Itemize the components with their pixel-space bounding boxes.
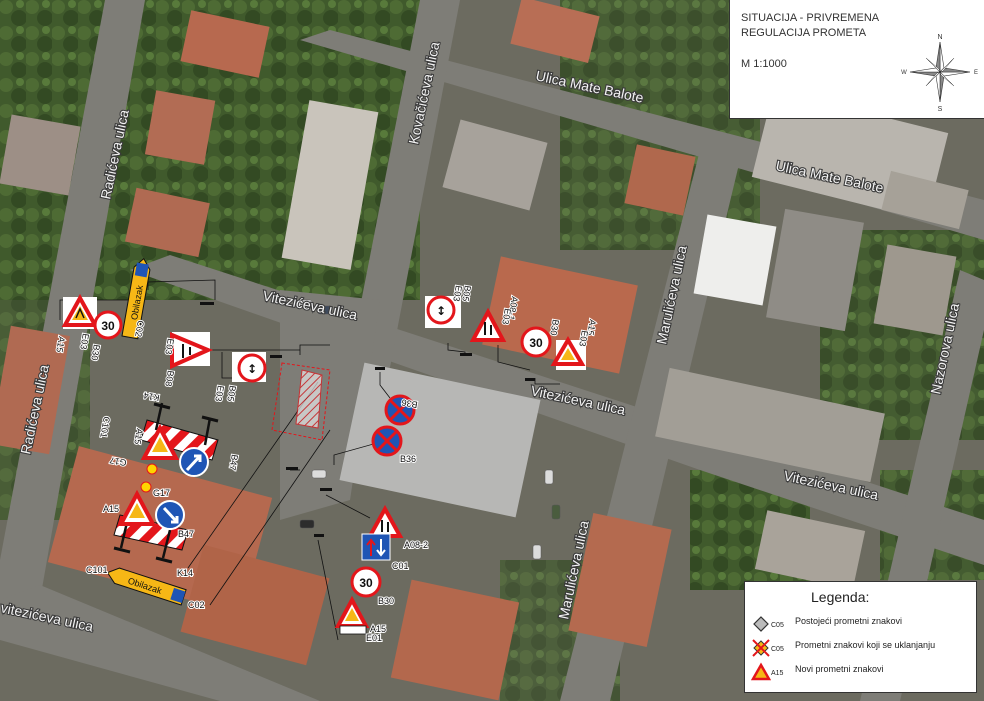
sign-b30-top-left[interactable]: 30	[93, 310, 123, 340]
legend-box: Legenda: C05 Postojeći prometni znakovi …	[744, 581, 977, 693]
legend-code-1: C05	[771, 622, 784, 629]
legend-text-2: Prometni znakovi koji se uklanjanju	[795, 640, 936, 650]
new-sign-icon	[751, 662, 771, 681]
compass-rose-icon: N S E W	[901, 34, 978, 113]
legend-row-existing: C05 Postojeći prometni znakovi	[751, 614, 971, 634]
legend-code-2: C05	[771, 646, 784, 653]
scale-text: M 1:1000	[741, 58, 787, 70]
sign-b36-b[interactable]	[371, 425, 403, 457]
sign-b47-b[interactable]	[155, 500, 185, 530]
code-a08-2: A08-2	[404, 540, 428, 550]
code-g17-b: G17	[153, 488, 170, 498]
legend-code-3: A15	[771, 670, 784, 677]
sign-b08-a[interactable]	[170, 332, 214, 370]
code-k14-b: K14	[177, 568, 193, 578]
compass-e: E	[974, 70, 978, 76]
svg-text:↕: ↕	[436, 304, 446, 318]
legend-row-new: A15 Novi prometni znakovi	[751, 662, 971, 682]
speed-limit-text: 30	[529, 336, 543, 350]
sign-b47-a[interactable]	[179, 447, 209, 477]
sign-a15-top-left[interactable]	[61, 293, 99, 329]
sign-c01[interactable]	[361, 533, 391, 561]
code-c01: C01	[392, 561, 409, 571]
compass-n: N	[937, 34, 942, 41]
speed-limit-text: 30	[101, 319, 115, 333]
map-view[interactable]: Ulica Mate Balote Ulica Mate Balote Kova…	[0, 0, 984, 701]
title-line-1: SITUACIJA - PRIVREMENA	[741, 12, 880, 24]
code-c02-b: C02	[188, 600, 205, 610]
title-line-2: REGULACIJA PROMETA	[741, 27, 867, 39]
legend-text-1: Postojeći prometni znakovi	[795, 616, 903, 626]
warning-light-b	[140, 481, 152, 493]
existing-sign-icon	[753, 616, 769, 632]
sign-b30-c[interactable]: 30	[350, 566, 382, 598]
legend-title: Legenda:	[811, 589, 870, 605]
code-b36-b: B36	[400, 454, 416, 464]
speed-limit-text: 30	[359, 576, 373, 590]
legend-text-3: Novi prometni znakovi	[795, 664, 884, 674]
compass-w: W	[901, 70, 907, 76]
code-e01: E01	[366, 633, 382, 643]
code-b47-b: B47	[178, 529, 194, 539]
svg-text:↕: ↕	[247, 362, 257, 376]
legend-row-removed: C05 Prometni znakovi koji se uklanjanju	[751, 638, 971, 658]
sign-b05-a[interactable]: ↕	[232, 352, 267, 383]
code-b30-c: B30	[378, 596, 394, 606]
compass-s: S	[938, 106, 943, 113]
code-c101-b: C101	[86, 565, 108, 575]
title-text: SITUACIJA - PRIVREMENA REGULACIJA PROMET…	[741, 11, 911, 41]
warning-light-a	[146, 463, 158, 475]
code-a15-d: A15	[103, 504, 119, 514]
sign-b30-b[interactable]: 30	[520, 326, 552, 358]
removed-sign-icon	[752, 639, 770, 657]
